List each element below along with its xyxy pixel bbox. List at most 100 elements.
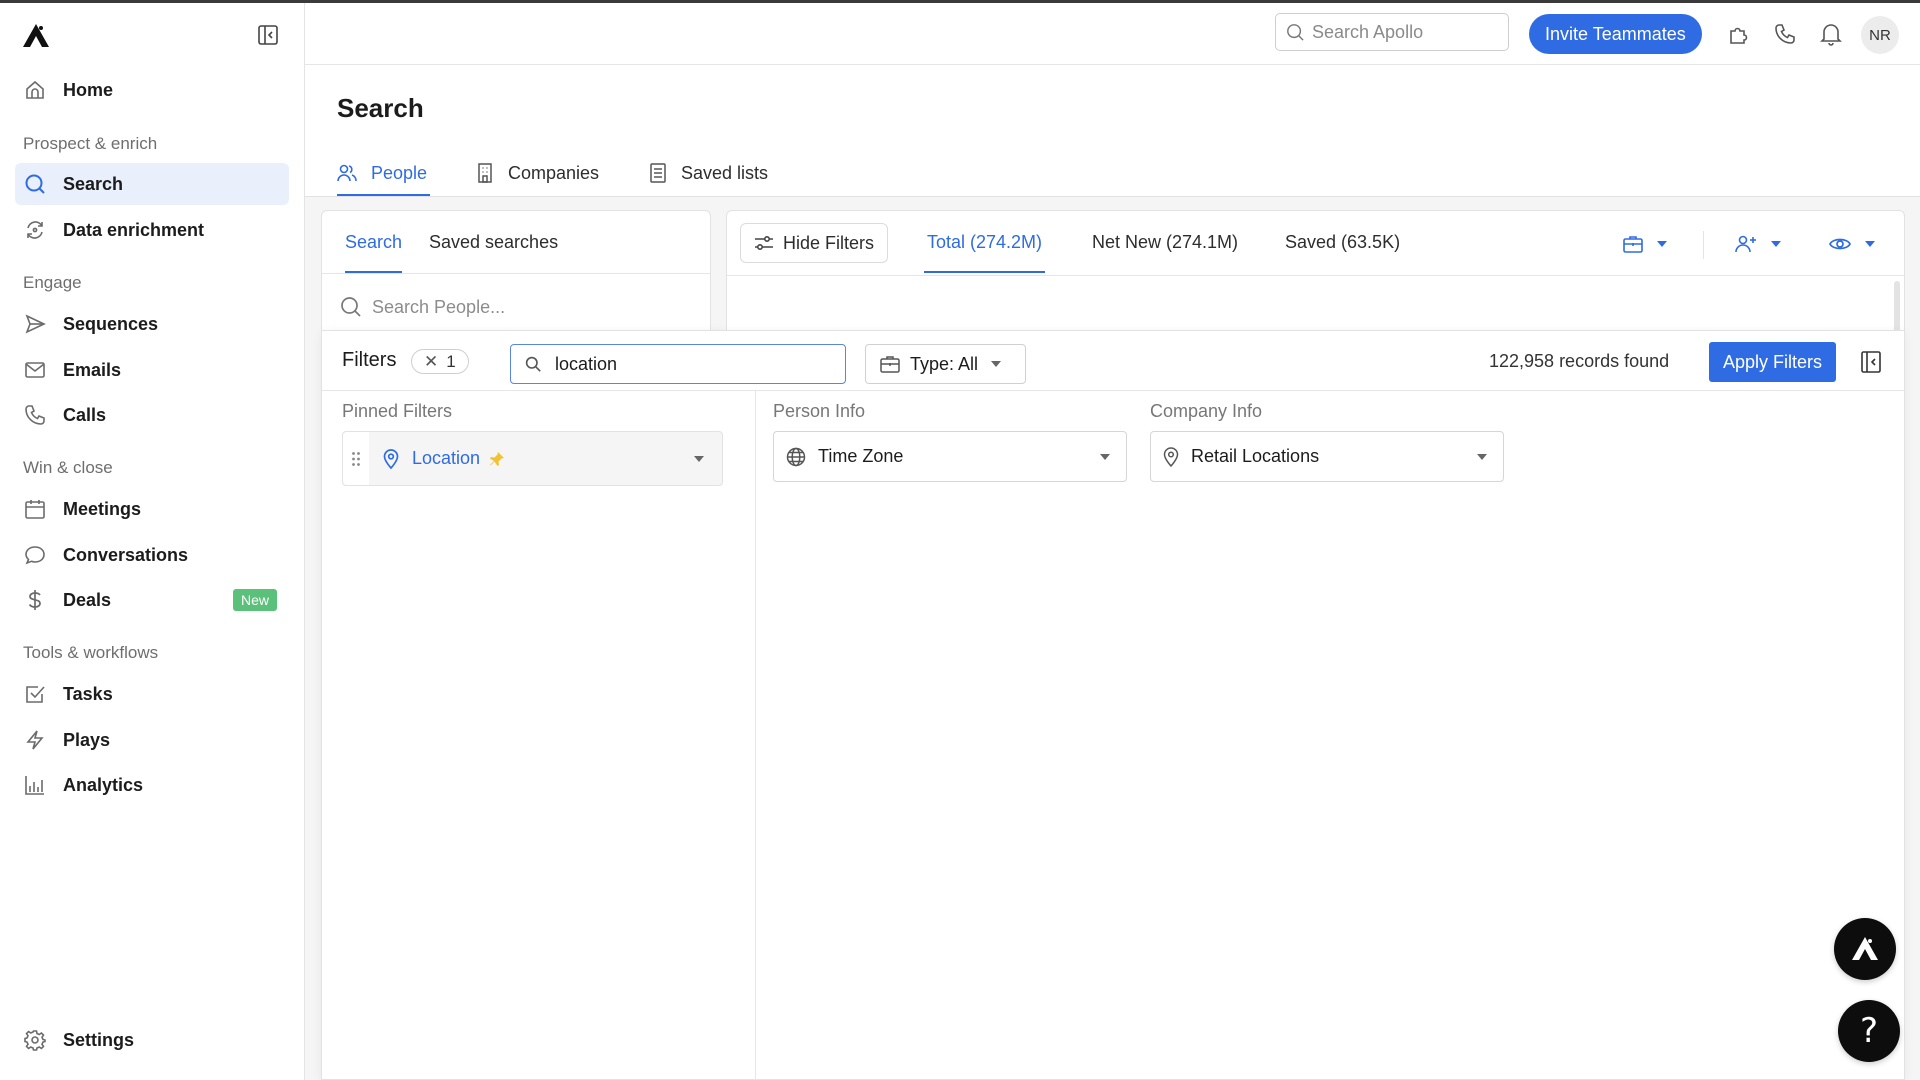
tab-label: People [371, 162, 428, 183]
dollar-icon [15, 589, 55, 611]
pinned-filter-location[interactable]: Location [342, 431, 723, 486]
question-mark-icon: ? [1859, 1011, 1879, 1051]
sidebar-item-label: Data enrichment [63, 219, 205, 240]
sidebar-item-label: Emails [63, 359, 122, 380]
sidebar-item-tasks[interactable]: Tasks [15, 673, 289, 715]
sidebar-item-home[interactable]: Home [15, 69, 289, 111]
people-icon [337, 164, 357, 182]
filter-type-dropdown[interactable]: Type: All [865, 344, 1026, 384]
location-pin-icon [1163, 446, 1179, 467]
send-icon [15, 313, 55, 335]
sidebar-item-settings[interactable]: Settings [15, 1019, 289, 1061]
subtab-search[interactable]: Search [345, 211, 403, 273]
lightning-icon [15, 729, 55, 751]
briefcase-icon [880, 355, 900, 373]
sidebar-item-emails[interactable]: Emails [15, 349, 289, 391]
sidebar-item-meetings[interactable]: Meetings [15, 488, 289, 530]
globe-icon [786, 447, 806, 467]
people-search-input[interactable] [372, 296, 672, 318]
filter-search-field[interactable] [510, 344, 846, 384]
sidebar: Home Prospect & enrich Search Data enric… [0, 3, 305, 1080]
sidebar-item-data-enrichment[interactable]: Data enrichment [15, 209, 289, 251]
filter-label: Time Zone [818, 446, 904, 466]
filter-retail-locations[interactable]: Retail Locations [1150, 431, 1504, 482]
sidebar-item-conversations[interactable]: Conversations [15, 534, 289, 576]
sidebar-item-deals[interactable]: Deals New [15, 579, 289, 621]
close-icon: ✕ [424, 351, 439, 371]
building-icon [476, 163, 494, 183]
sidebar-item-analytics[interactable]: Analytics [15, 764, 289, 806]
collapse-panel-icon[interactable] [1859, 350, 1883, 374]
view-options-dropdown[interactable] [1829, 231, 1875, 257]
sliders-icon [754, 235, 774, 251]
pin-icon[interactable] [489, 451, 505, 467]
save-to-list-dropdown[interactable] [1623, 231, 1667, 257]
global-search-field[interactable] [1275, 13, 1509, 51]
phone-icon[interactable] [1772, 21, 1798, 47]
records-found-count: 122,958 records found [1489, 351, 1670, 371]
sidebar-item-label: Search [63, 173, 124, 194]
bar-chart-icon [15, 774, 55, 796]
refresh-icon [15, 219, 55, 241]
filters-header: Filters ✕ 1 Type: All 122,958 records fo… [322, 331, 1904, 391]
sidebar-item-plays[interactable]: Plays [15, 719, 289, 761]
sidebar-item-label: Plays [63, 729, 111, 750]
chevron-down-icon [1100, 453, 1110, 460]
notifications-bell-icon[interactable] [1818, 21, 1844, 47]
filter-search-input[interactable] [555, 353, 835, 375]
section-win-close: Win & close [23, 458, 113, 477]
tab-saved[interactable]: Saved (63.5K) [1285, 211, 1400, 273]
sidebar-item-search[interactable]: Search [15, 163, 289, 205]
sidebar-item-label: Meetings [63, 498, 142, 519]
global-search-input[interactable] [1312, 21, 1492, 43]
collapse-sidebar-button[interactable] [256, 23, 280, 47]
home-icon [15, 79, 55, 101]
section-engage: Engage [23, 273, 82, 292]
company-info-heading: Company Info [1150, 401, 1263, 421]
sidebar-item-calls[interactable]: Calls [15, 394, 289, 436]
chevron-down-icon [991, 361, 1002, 367]
apply-filters-button[interactable]: Apply Filters [1709, 342, 1837, 382]
filter-type-label: Type: All [910, 353, 979, 374]
search-icon [15, 173, 55, 195]
apollo-logo-icon[interactable] [22, 23, 50, 49]
location-pin-icon [383, 448, 399, 469]
chevron-down-icon [1771, 241, 1781, 247]
filter-time-zone[interactable]: Time Zone [773, 431, 1127, 482]
sidebar-item-label: Conversations [63, 544, 189, 565]
tab-label: Saved lists [681, 162, 769, 183]
filter-label: Retail Locations [1191, 446, 1320, 466]
tab-net-new[interactable]: Net New (274.1M) [1092, 211, 1238, 273]
hide-filters-label: Hide Filters [783, 232, 875, 253]
drag-handle-icon[interactable] [343, 432, 369, 485]
sidebar-item-label: Analytics [63, 774, 144, 795]
invite-teammates-button[interactable]: Invite Teammates [1529, 14, 1702, 54]
hide-filters-button[interactable]: Hide Filters [740, 223, 889, 263]
user-avatar[interactable]: NR [1861, 16, 1899, 54]
subtab-saved-searches[interactable]: Saved searches [429, 211, 558, 273]
sidebar-item-label: Deals [63, 589, 112, 610]
pinned-filter-label: Location [412, 448, 481, 468]
extensions-puzzle-icon[interactable] [1726, 21, 1752, 47]
people-search-field[interactable] [340, 289, 690, 325]
filters-panel: Filters ✕ 1 Type: All 122,958 records fo… [321, 330, 1905, 1080]
sidebar-item-label: Sequences [63, 313, 159, 334]
tab-total[interactable]: Total (274.2M) [923, 211, 1046, 273]
add-contact-dropdown[interactable] [1735, 231, 1781, 257]
section-prospect-enrich: Prospect & enrich [23, 134, 158, 153]
list-icon [649, 163, 667, 183]
eye-icon [1829, 236, 1851, 252]
search-icon [340, 296, 362, 318]
tab-people[interactable]: People [337, 150, 431, 196]
clear-filters-chip[interactable]: ✕ 1 [411, 349, 469, 374]
chevron-down-icon [1865, 241, 1875, 247]
apollo-assistant-button[interactable] [1834, 918, 1896, 980]
section-tools-workflows: Tools & workflows [23, 643, 159, 662]
help-button[interactable]: ? [1838, 1000, 1900, 1062]
add-person-icon [1735, 235, 1757, 253]
tab-saved-lists[interactable]: Saved lists [649, 150, 768, 196]
chevron-down-icon [694, 455, 704, 462]
tab-companies[interactable]: Companies [476, 150, 599, 196]
sidebar-item-sequences[interactable]: Sequences [15, 303, 289, 345]
sidebar-item-label: Calls [63, 404, 107, 425]
